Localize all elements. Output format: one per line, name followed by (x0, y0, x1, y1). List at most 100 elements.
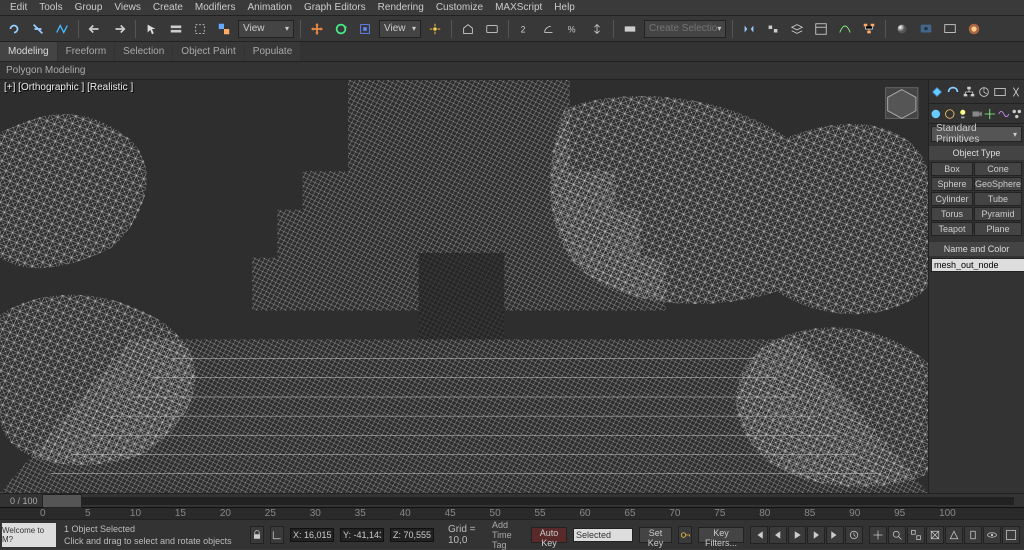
pivot-icon[interactable] (425, 19, 445, 39)
time-slider-thumb[interactable] (42, 494, 82, 508)
orbit-icon[interactable] (983, 526, 1001, 544)
menu-animation[interactable]: Animation (241, 2, 297, 13)
filter-dropdown[interactable]: View (238, 20, 294, 38)
btn-box[interactable]: Box (931, 162, 973, 176)
tab-freeform[interactable]: Freeform (58, 42, 115, 61)
btn-sphere[interactable]: Sphere (931, 177, 973, 191)
material-editor-icon[interactable] (892, 19, 912, 39)
zoom-all-icon[interactable] (907, 526, 925, 544)
object-name-input[interactable] (931, 258, 1024, 272)
align-icon[interactable] (763, 19, 783, 39)
key-filters-button[interactable]: Key Filters... (698, 527, 744, 543)
motion-tab-icon[interactable] (977, 85, 991, 99)
render-setup-icon[interactable] (916, 19, 936, 39)
named-selset-icon[interactable] (620, 19, 640, 39)
menu-customize[interactable]: Customize (430, 2, 489, 13)
add-time-tag[interactable]: Add Time Tag (492, 520, 525, 550)
bind-icon[interactable] (52, 19, 72, 39)
menu-create[interactable]: Create (147, 2, 189, 13)
fov-icon[interactable] (945, 526, 963, 544)
goto-start-icon[interactable] (750, 526, 768, 544)
shapes-cat-icon[interactable] (943, 107, 957, 121)
keyshortcut-icon[interactable] (482, 19, 502, 39)
curve-editor-icon[interactable] (835, 19, 855, 39)
manipulate-icon[interactable] (458, 19, 478, 39)
spinner-snap-icon[interactable] (587, 19, 607, 39)
key-filter-target[interactable] (573, 528, 633, 542)
display-tab-icon[interactable] (993, 85, 1007, 99)
render-frame-icon[interactable] (940, 19, 960, 39)
layer-explorer-icon[interactable] (811, 19, 831, 39)
time-slider[interactable]: 0 / 100 (0, 493, 1024, 507)
btn-torus[interactable]: Torus (931, 207, 973, 221)
snap-percent-icon[interactable]: % (563, 19, 583, 39)
time-config-icon[interactable] (845, 526, 863, 544)
btn-pyramid[interactable]: Pyramid (974, 207, 1022, 221)
menu-tools[interactable]: Tools (33, 2, 68, 13)
coordsys-dropdown[interactable]: View (379, 20, 421, 38)
window-crossing-icon[interactable] (214, 19, 234, 39)
maximize-viewport-icon[interactable] (1002, 526, 1020, 544)
render-icon[interactable] (964, 19, 984, 39)
prev-frame-icon[interactable] (769, 526, 787, 544)
move-icon[interactable] (307, 19, 327, 39)
hierarchy-tab-icon[interactable] (962, 85, 976, 99)
scale-icon[interactable] (355, 19, 375, 39)
schematic-icon[interactable] (859, 19, 879, 39)
btn-tube[interactable]: Tube (974, 192, 1022, 206)
menu-views[interactable]: Views (108, 2, 147, 13)
autokey-button[interactable]: Auto Key (531, 527, 567, 543)
link-icon[interactable] (4, 19, 24, 39)
systems-cat-icon[interactable] (1010, 107, 1024, 121)
play-icon[interactable] (788, 526, 806, 544)
helpers-cat-icon[interactable] (983, 107, 997, 121)
tab-populate[interactable]: Populate (245, 42, 300, 61)
coord-y[interactable] (340, 528, 384, 542)
menu-edit[interactable]: Edit (4, 2, 33, 13)
mirror-icon[interactable] (739, 19, 759, 39)
next-frame-icon[interactable] (807, 526, 825, 544)
selection-set-dropdown[interactable]: Create Selectio (644, 20, 726, 38)
select-rect-icon[interactable] (190, 19, 210, 39)
snap-2d-icon[interactable]: 2 (515, 19, 535, 39)
snap-angle-icon[interactable] (539, 19, 559, 39)
menu-grapheditors[interactable]: Graph Editors (298, 2, 372, 13)
tab-objectpaint[interactable]: Object Paint (173, 42, 243, 61)
tab-modeling[interactable]: Modeling (0, 42, 57, 61)
goto-end-icon[interactable] (826, 526, 844, 544)
key-icon[interactable] (678, 526, 692, 544)
coord-z[interactable] (390, 528, 434, 542)
utilities-tab-icon[interactable] (1009, 85, 1023, 99)
cameras-cat-icon[interactable] (970, 107, 984, 121)
unlink-icon[interactable] (28, 19, 48, 39)
lock-selection-icon[interactable] (250, 526, 264, 544)
rollout-name-color[interactable]: Name and Color (929, 242, 1024, 256)
select-icon[interactable] (142, 19, 162, 39)
menu-modifiers[interactable]: Modifiers (189, 2, 242, 13)
pan-icon[interactable] (869, 526, 887, 544)
zoom-extents-icon[interactable] (926, 526, 944, 544)
select-name-icon[interactable] (166, 19, 186, 39)
layer-icon[interactable] (787, 19, 807, 39)
geom-cat-icon[interactable] (929, 107, 943, 121)
rollout-object-type[interactable]: Object Type (929, 146, 1024, 160)
redo-icon[interactable] (109, 19, 129, 39)
menu-maxscript[interactable]: MAXScript (489, 2, 548, 13)
abs-rel-icon[interactable] (270, 526, 284, 544)
btn-geosphere[interactable]: GeoSphere (974, 177, 1022, 191)
create-category-dropdown[interactable]: Standard Primitives (931, 126, 1022, 142)
welcome-badge[interactable]: Welcome to M? (2, 523, 56, 547)
modify-tab-icon[interactable] (946, 85, 960, 99)
rotate-icon[interactable] (331, 19, 351, 39)
tab-selection[interactable]: Selection (115, 42, 172, 61)
btn-cone[interactable]: Cone (974, 162, 1022, 176)
menu-help[interactable]: Help (548, 2, 581, 13)
undo-icon[interactable] (85, 19, 105, 39)
pan-view-icon[interactable] (964, 526, 982, 544)
coord-x[interactable] (290, 528, 334, 542)
lights-cat-icon[interactable] (956, 107, 970, 121)
menu-group[interactable]: Group (69, 2, 109, 13)
ribbon-subpanel[interactable]: Polygon Modeling (0, 62, 1024, 80)
btn-cylinder[interactable]: Cylinder (931, 192, 973, 206)
create-tab-icon[interactable] (930, 85, 944, 99)
